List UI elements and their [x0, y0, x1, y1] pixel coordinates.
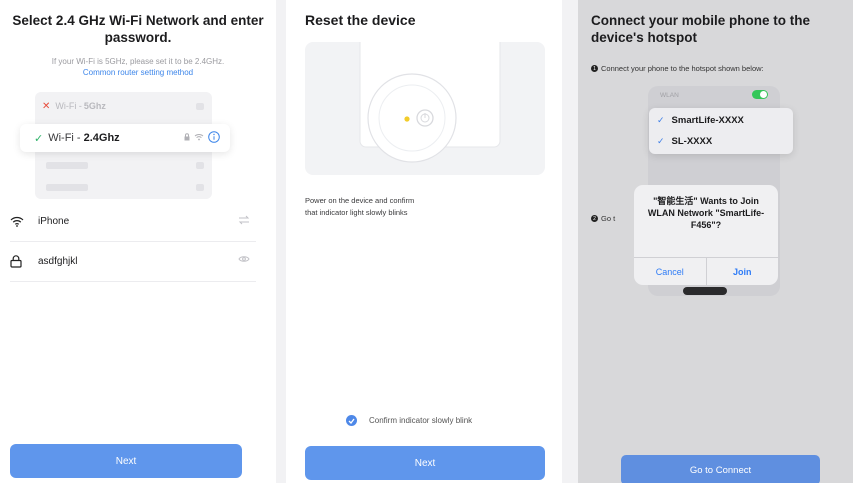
wifi-5g-band: 5Ghz — [83, 101, 106, 111]
wifi-setup-screen: Select 2.4 GHz Wi-Fi Network and enter p… — [0, 0, 276, 483]
alert-join-button[interactable]: Join — [707, 258, 779, 285]
alert-message: "智能生活" Wants to Join WLAN Network "Smart… — [647, 196, 765, 230]
step-number-icon: 1 — [591, 65, 598, 72]
band-hint-text: If your Wi-Fi is 5GHz, please set it to … — [51, 57, 225, 66]
network-item[interactable]: ✓ SmartLife-XXXX — [657, 115, 744, 126]
phone-bar — [683, 287, 727, 295]
reset-instructions: Power on the device and confirm that ind… — [305, 195, 414, 219]
step-1-text: Connect your phone to the hotspot shown … — [601, 64, 764, 73]
device-illustration — [305, 42, 545, 175]
cross-icon: ✕ — [42, 100, 51, 112]
step-1: 1 Connect your phone to the hotspot show… — [591, 64, 764, 73]
wlan-row: WLAN — [660, 87, 768, 103]
router-settings-link[interactable]: Common router setting method — [0, 67, 276, 78]
alert-actions: Cancel Join — [634, 257, 778, 285]
page-title: Reset the device — [305, 12, 416, 28]
hotspot-connect-screen: Connect your mobile phone to the device'… — [578, 0, 853, 483]
network-name: SmartLife-XXXX — [671, 115, 744, 126]
step-2-text: Go t — [601, 214, 616, 223]
placeholder-bar — [46, 184, 88, 191]
reset-device-screen: Reset the device Power on the device and… — [286, 0, 562, 483]
wifi-24g-row: ✓ Wi-Fi - 2.4Ghz — [20, 124, 230, 152]
step-number-icon: 2 — [591, 215, 598, 222]
placeholder-icon — [196, 184, 204, 191]
switch-network-icon[interactable] — [238, 215, 250, 225]
network-list: ✓ SmartLife-XXXX ✓ SL-XXXX — [649, 108, 793, 154]
network-name-value: iPhone — [38, 216, 70, 227]
wifi-5g-row: ✕ Wi-Fi - 5Ghz — [42, 96, 207, 116]
confirm-blink-checkbox[interactable]: Confirm indicator slowly blink — [346, 415, 472, 426]
network-name-field[interactable]: iPhone — [10, 202, 256, 242]
next-button[interactable]: Next — [10, 444, 242, 478]
lock-icon — [184, 133, 190, 141]
wlan-label: WLAN — [660, 91, 679, 99]
next-button[interactable]: Next — [305, 446, 545, 480]
check-icon: ✓ — [657, 136, 665, 146]
wlan-toggle — [752, 90, 768, 99]
go-to-connect-button[interactable]: Go to Connect — [621, 455, 820, 483]
confirm-label: Confirm indicator slowly blink — [369, 416, 473, 425]
band-hint: If your Wi-Fi is 5GHz, please set it to … — [0, 56, 276, 78]
placeholder-icon — [196, 103, 204, 110]
wifi-signal-icon — [194, 134, 204, 141]
screen-gap — [276, 0, 286, 483]
network-name: SL-XXXX — [671, 136, 713, 147]
wifi-icon — [10, 216, 24, 227]
password-value: asdfghjkl — [38, 256, 78, 267]
device-image — [359, 42, 501, 163]
check-icon: ✓ — [34, 132, 44, 145]
wifi-24g-band: 2.4Ghz — [83, 132, 120, 144]
screen-gap — [562, 0, 578, 483]
instruction-line-1: Power on the device and confirm — [305, 196, 415, 205]
checkbox-checked-icon — [346, 415, 357, 426]
wifi-24g-prefix: Wi-Fi - — [48, 132, 81, 144]
alert-cancel-button[interactable]: Cancel — [634, 258, 707, 285]
placeholder-bar — [46, 162, 88, 169]
join-network-alert: "智能生活" Wants to Join WLAN Network "Smart… — [634, 185, 778, 285]
eye-icon[interactable] — [238, 255, 250, 263]
step-2: 2 Go t — [591, 214, 615, 223]
info-icon[interactable] — [208, 131, 220, 143]
wifi-5g-prefix: Wi-Fi - — [55, 101, 82, 111]
instruction-line-2: that indicator light slowly blinks — [305, 208, 408, 217]
check-icon: ✓ — [657, 115, 665, 125]
lock-icon — [10, 255, 22, 268]
placeholder-icon — [196, 162, 204, 169]
password-field[interactable]: asdfghjkl — [10, 242, 256, 282]
network-item[interactable]: ✓ SL-XXXX — [657, 136, 712, 147]
page-title: Connect your mobile phone to the device'… — [591, 13, 810, 45]
page-title: Select 2.4 GHz Wi-Fi Network and enter p… — [12, 13, 264, 45]
